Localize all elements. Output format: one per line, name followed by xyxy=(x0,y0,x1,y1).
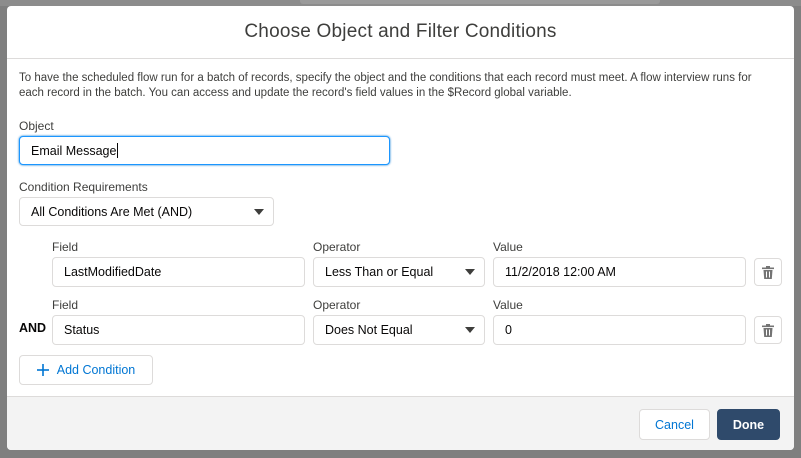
condition-2-field-input[interactable]: Status xyxy=(52,315,305,345)
modal-title: Choose Object and Filter Conditions xyxy=(244,21,557,42)
condition-2-operator-select[interactable]: Does Not Equal xyxy=(313,315,485,345)
condition-2-operator-value: Does Not Equal xyxy=(325,323,413,337)
condition-2-value-label: Value xyxy=(493,298,523,312)
condition-1-value-label: Value xyxy=(493,240,523,254)
object-label: Object xyxy=(19,119,54,133)
chevron-down-icon xyxy=(254,209,264,215)
condition-2-value-input[interactable]: 0 xyxy=(493,315,746,345)
modal-footer: Cancel Done xyxy=(7,396,794,450)
condition-2-logic-label: AND xyxy=(19,321,47,335)
condition-1-delete-button[interactable] xyxy=(754,258,782,286)
condition-1-operator-label: Operator xyxy=(313,240,361,254)
condition-2-operator-label: Operator xyxy=(313,298,361,312)
modal-body: To have the scheduled flow run for a bat… xyxy=(7,59,794,396)
text-caret xyxy=(117,143,119,158)
trash-icon xyxy=(762,323,774,337)
condition-1-value-input[interactable]: 11/2/2018 12:00 AM xyxy=(493,257,746,287)
add-condition-button[interactable]: Add Condition xyxy=(19,355,153,385)
condition-1-field-value: LastModifiedDate xyxy=(64,265,162,279)
condition-2-delete-button[interactable] xyxy=(754,316,782,344)
condition-2-value-text: 0 xyxy=(505,323,512,337)
condition-1-field-label: Field xyxy=(52,240,79,254)
background-fragment xyxy=(300,0,660,4)
chevron-down-icon xyxy=(465,269,475,275)
done-button[interactable]: Done xyxy=(717,409,780,440)
cancel-button[interactable]: Cancel xyxy=(639,409,710,440)
condition-2-field-value: Status xyxy=(64,323,100,337)
plus-icon xyxy=(36,364,49,376)
object-input[interactable]: Email Message xyxy=(19,136,390,165)
trash-icon xyxy=(762,265,774,279)
condition-requirements-value: All Conditions Are Met (AND) xyxy=(31,204,193,219)
condition-requirements-select[interactable]: All Conditions Are Met (AND) xyxy=(19,197,274,226)
chevron-down-icon xyxy=(465,327,475,333)
condition-1-operator-select[interactable]: Less Than or Equal xyxy=(313,257,485,287)
condition-1-operator-value: Less Than or Equal xyxy=(325,265,434,279)
condition-1-field-input[interactable]: LastModifiedDate xyxy=(52,257,305,287)
modal-description: To have the scheduled flow run for a bat… xyxy=(19,72,752,99)
condition-1-value-text: 11/2/2018 12:00 AM xyxy=(505,265,616,279)
add-condition-label: Add Condition xyxy=(56,363,136,377)
condition-requirements-label: Condition Requirements xyxy=(19,180,148,194)
object-input-value: Email Message xyxy=(31,143,117,158)
modal-header: Choose Object and Filter Conditions xyxy=(7,6,794,59)
modal-dialog: Choose Object and Filter Conditions To h… xyxy=(7,6,794,450)
condition-2-field-label: Field xyxy=(52,298,79,312)
